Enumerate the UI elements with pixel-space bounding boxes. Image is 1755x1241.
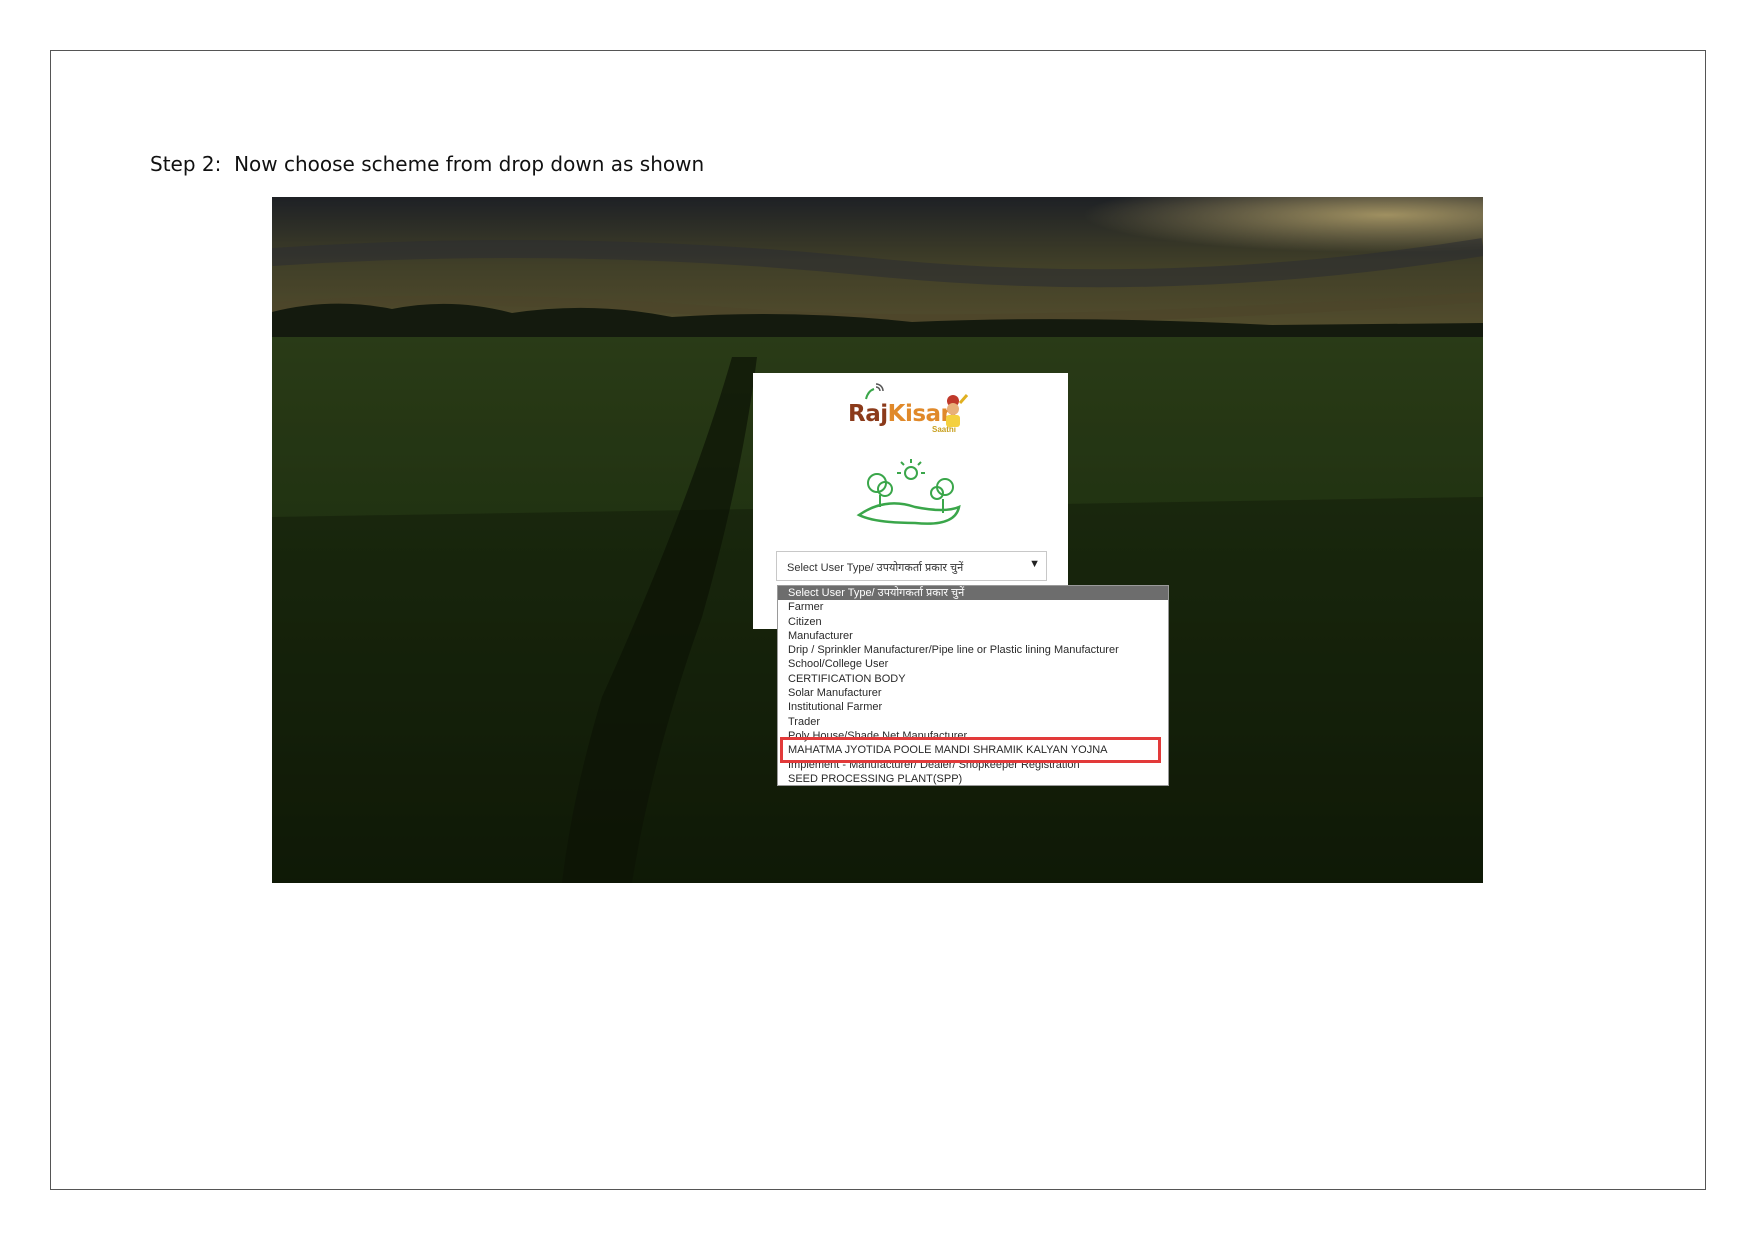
farmer-mascot-icon (946, 394, 968, 427)
user-type-select[interactable]: Select User Type/ उपयोगकर्ता प्रकार चुने… (776, 551, 1047, 581)
dropdown-option[interactable]: Select User Type/ उपयोगकर्ता प्रकार चुने… (778, 586, 1168, 601)
dropdown-option[interactable]: CERTIFICATION BODY (778, 672, 1168, 686)
dropdown-option[interactable]: Solar Manufacturer (778, 686, 1168, 700)
field-trees-illustration (856, 459, 961, 525)
embedded-screenshot: RajKisan Saathi Select User Type/ उपयोगक… (272, 197, 1483, 883)
dropdown-option[interactable]: Manufacturer (778, 629, 1168, 643)
dropdown-option[interactable]: Institutional Farmer (778, 700, 1168, 714)
dropdown-option[interactable]: Farmer (778, 600, 1168, 614)
step-caption: Step 2: Now choose scheme from drop down… (150, 152, 705, 176)
logo-raj: Raj (848, 401, 888, 427)
dropdown-option[interactable]: School/College User (778, 657, 1168, 671)
chevron-down-icon: ▼ (1029, 558, 1040, 570)
dropdown-option[interactable]: Trader (778, 715, 1168, 729)
dropdown-option[interactable]: Drip / Sprinkler Manufacturer/Pipe line … (778, 643, 1168, 657)
dropdown-option[interactable]: Citizen (778, 615, 1168, 629)
dropdown-option[interactable]: SEED PROCESSING PLANT(SPP) (778, 772, 1168, 785)
user-type-select-value: Select User Type/ उपयोगकर्ता प्रकार चुने… (787, 562, 964, 574)
wifi-sprout-icon (865, 383, 884, 400)
highlight-annotation (780, 737, 1161, 763)
rajkisan-logo: RajKisan Saathi (848, 383, 978, 441)
